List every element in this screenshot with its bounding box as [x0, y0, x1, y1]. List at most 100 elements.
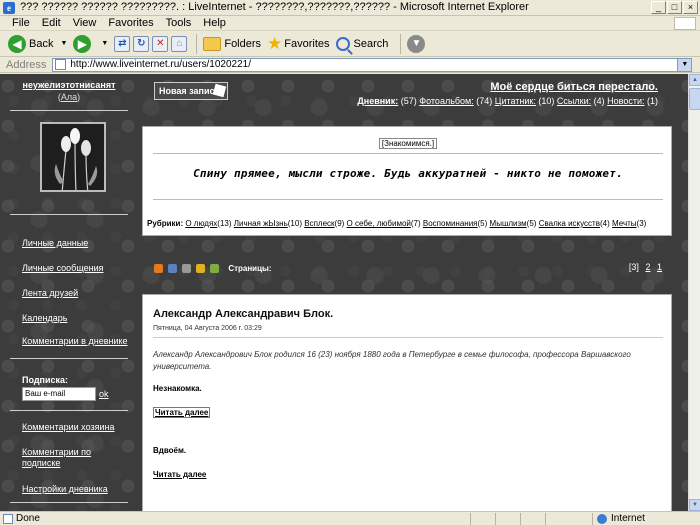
diary-count: (57) — [400, 96, 417, 106]
share-icon[interactable] — [210, 263, 220, 273]
sidebar-item-owner-comments[interactable]: Комментарии хозяина — [22, 422, 115, 433]
menu-view[interactable]: View — [73, 17, 97, 29]
new-post-button[interactable]: Новая запись — [154, 82, 228, 100]
maximize-icon[interactable]: □ — [667, 1, 682, 14]
pages-row: Страницы: [3] 2 1 — [154, 262, 672, 276]
post-date: Пятница, 04 Августа 2006 г. 03:29 — [153, 325, 262, 332]
links-link[interactable]: Ссылки: — [557, 96, 591, 106]
menu-tools[interactable]: Tools — [166, 17, 192, 29]
quotes-link[interactable]: Цитатник: — [495, 96, 536, 106]
toolbar-separator — [400, 33, 402, 54]
media-icon[interactable]: ⇄ — [114, 35, 131, 52]
email-field[interactable]: Ваш e-mail — [22, 387, 96, 401]
refresh-icon[interactable]: ↻ — [133, 35, 150, 52]
subscribe-ok-link[interactable]: ok — [99, 389, 109, 399]
star-icon: ★ — [267, 33, 283, 53]
rubric-link[interactable]: Мечты — [612, 219, 637, 228]
sidebar-item-messages[interactable]: Личные сообщения — [22, 263, 104, 274]
close-icon[interactable]: × — [683, 1, 698, 14]
scroll-down-icon[interactable]: ▼ — [689, 499, 700, 511]
sidebar-item-diary-settings[interactable]: Настройки дневника — [22, 484, 108, 495]
rubric-link[interactable]: Всплеск — [304, 219, 334, 228]
news-count: (1) — [647, 96, 658, 106]
rubric-count: (3) — [636, 219, 647, 228]
sidebar-item-subscription-comments[interactable]: Комментарии по подписке — [22, 447, 122, 469]
menu-bar: File Edit View Favorites Tools Help — [0, 16, 700, 31]
sidebar-item-friends-feed[interactable]: Лента друзей — [22, 288, 78, 299]
toolbar: ◀ Back ▼ ▶ ▼ ⇄ ↻ ✕ ⌂ Folders ★ Favorites… — [0, 31, 700, 57]
search-label: Search — [353, 37, 389, 50]
read-more-link[interactable]: Читать далее — [153, 470, 206, 479]
address-url[interactable]: http://www.liveinternet.ru/users/1020221… — [70, 59, 677, 70]
post-divider — [153, 337, 663, 338]
back-arrow-icon: ◀ — [8, 34, 26, 53]
rss-icon[interactable] — [154, 263, 163, 273]
folder-icon — [203, 36, 222, 51]
rubrics-label: Рубрики: — [147, 219, 184, 228]
rubric-link[interactable]: О себе, любимой — [347, 219, 411, 228]
rubric-link[interactable]: О людях — [185, 219, 217, 228]
rubric-link[interactable]: Мышлизм — [490, 219, 527, 228]
rubric-count: (4) — [599, 219, 610, 228]
window-controls: _ □ × — [651, 1, 698, 14]
favorites-button[interactable]: ★ Favorites — [267, 34, 330, 54]
favorites-label: Favorites — [284, 37, 330, 50]
zone-text: Internet — [611, 513, 645, 524]
meet-link[interactable]: [Знакомимся.] — [378, 138, 438, 149]
rubric-link[interactable]: Личная жЫзнь — [234, 219, 288, 228]
blog-title-link[interactable]: Моё сердце биться перестало. — [490, 81, 658, 93]
history-icon[interactable]: ▼ — [407, 34, 426, 53]
vertical-scrollbar[interactable]: ▲ ▼ — [688, 74, 700, 511]
sidebar-item-personal-data[interactable]: Личные данные — [22, 238, 88, 249]
news-link[interactable]: Новости: — [607, 96, 644, 106]
meet-link-wrap: [Знакомимся.] — [143, 138, 673, 149]
forward-button[interactable]: ▶ — [73, 34, 94, 53]
post-box: Александр Александравич Блок. Пятница, 0… — [142, 294, 672, 511]
menu-file[interactable]: File — [12, 17, 30, 29]
status-bar: Done Internet — [0, 511, 700, 525]
address-dropdown-icon[interactable]: ▼ — [677, 58, 692, 71]
forward-dropdown-icon[interactable]: ▼ — [101, 40, 108, 47]
status-divider — [470, 513, 471, 525]
scroll-up-icon[interactable]: ▲ — [689, 74, 700, 86]
read-more-link[interactable]: Читать далее — [153, 407, 211, 418]
print-icon[interactable] — [182, 263, 192, 273]
quotes-count: (10) — [538, 96, 555, 106]
bookmark-icon[interactable] — [196, 263, 206, 273]
menu-help[interactable]: Help — [203, 17, 226, 29]
minimize-icon[interactable]: _ — [651, 1, 666, 14]
back-button[interactable]: ◀ Back — [8, 34, 53, 53]
stop-icon[interactable]: ✕ — [152, 35, 169, 52]
sidebar-item-diary-comments[interactable]: Комментарии в дневнике — [22, 336, 128, 347]
folders-button[interactable]: Folders — [203, 36, 261, 51]
rubric-count: (10) — [287, 219, 302, 228]
rubric-count: (13) — [217, 219, 232, 228]
page-link[interactable]: 1 — [657, 262, 662, 272]
status-divider — [545, 513, 546, 525]
menu-favorites[interactable]: Favorites — [108, 17, 153, 29]
rubric-count: (7) — [410, 219, 421, 228]
user-alias-link[interactable]: Ала — [61, 92, 77, 102]
avatar — [40, 122, 106, 192]
home-icon[interactable]: ⌂ — [171, 35, 188, 52]
diary-link[interactable]: Дневник: — [357, 96, 398, 106]
address-input[interactable]: http://www.liveinternet.ru/users/1020221… — [52, 57, 693, 72]
rubric-link[interactable]: Свалка искусств — [539, 219, 600, 228]
search-button[interactable]: Search — [335, 36, 389, 51]
sidebar-divider — [10, 410, 128, 411]
calendar-icon[interactable] — [168, 263, 178, 273]
photoalbum-link[interactable]: Фотоальбом: — [419, 96, 473, 106]
page-link[interactable]: 2 — [645, 262, 650, 272]
scroll-thumb[interactable] — [689, 88, 700, 110]
rubric-count: (5) — [477, 219, 488, 228]
page-icon — [55, 59, 67, 70]
toolbar-separator — [196, 33, 198, 54]
rubric-count: (5) — [526, 219, 537, 228]
sidebar-item-calendar[interactable]: Календарь — [22, 313, 67, 324]
user-name-link[interactable]: неужелиэтотнисанят — [10, 80, 128, 90]
address-label: Address — [6, 58, 47, 71]
status-divider — [495, 513, 496, 525]
menu-edit[interactable]: Edit — [42, 17, 61, 29]
rubric-link[interactable]: Воспоминания — [423, 219, 478, 228]
back-dropdown-icon[interactable]: ▼ — [60, 40, 67, 47]
